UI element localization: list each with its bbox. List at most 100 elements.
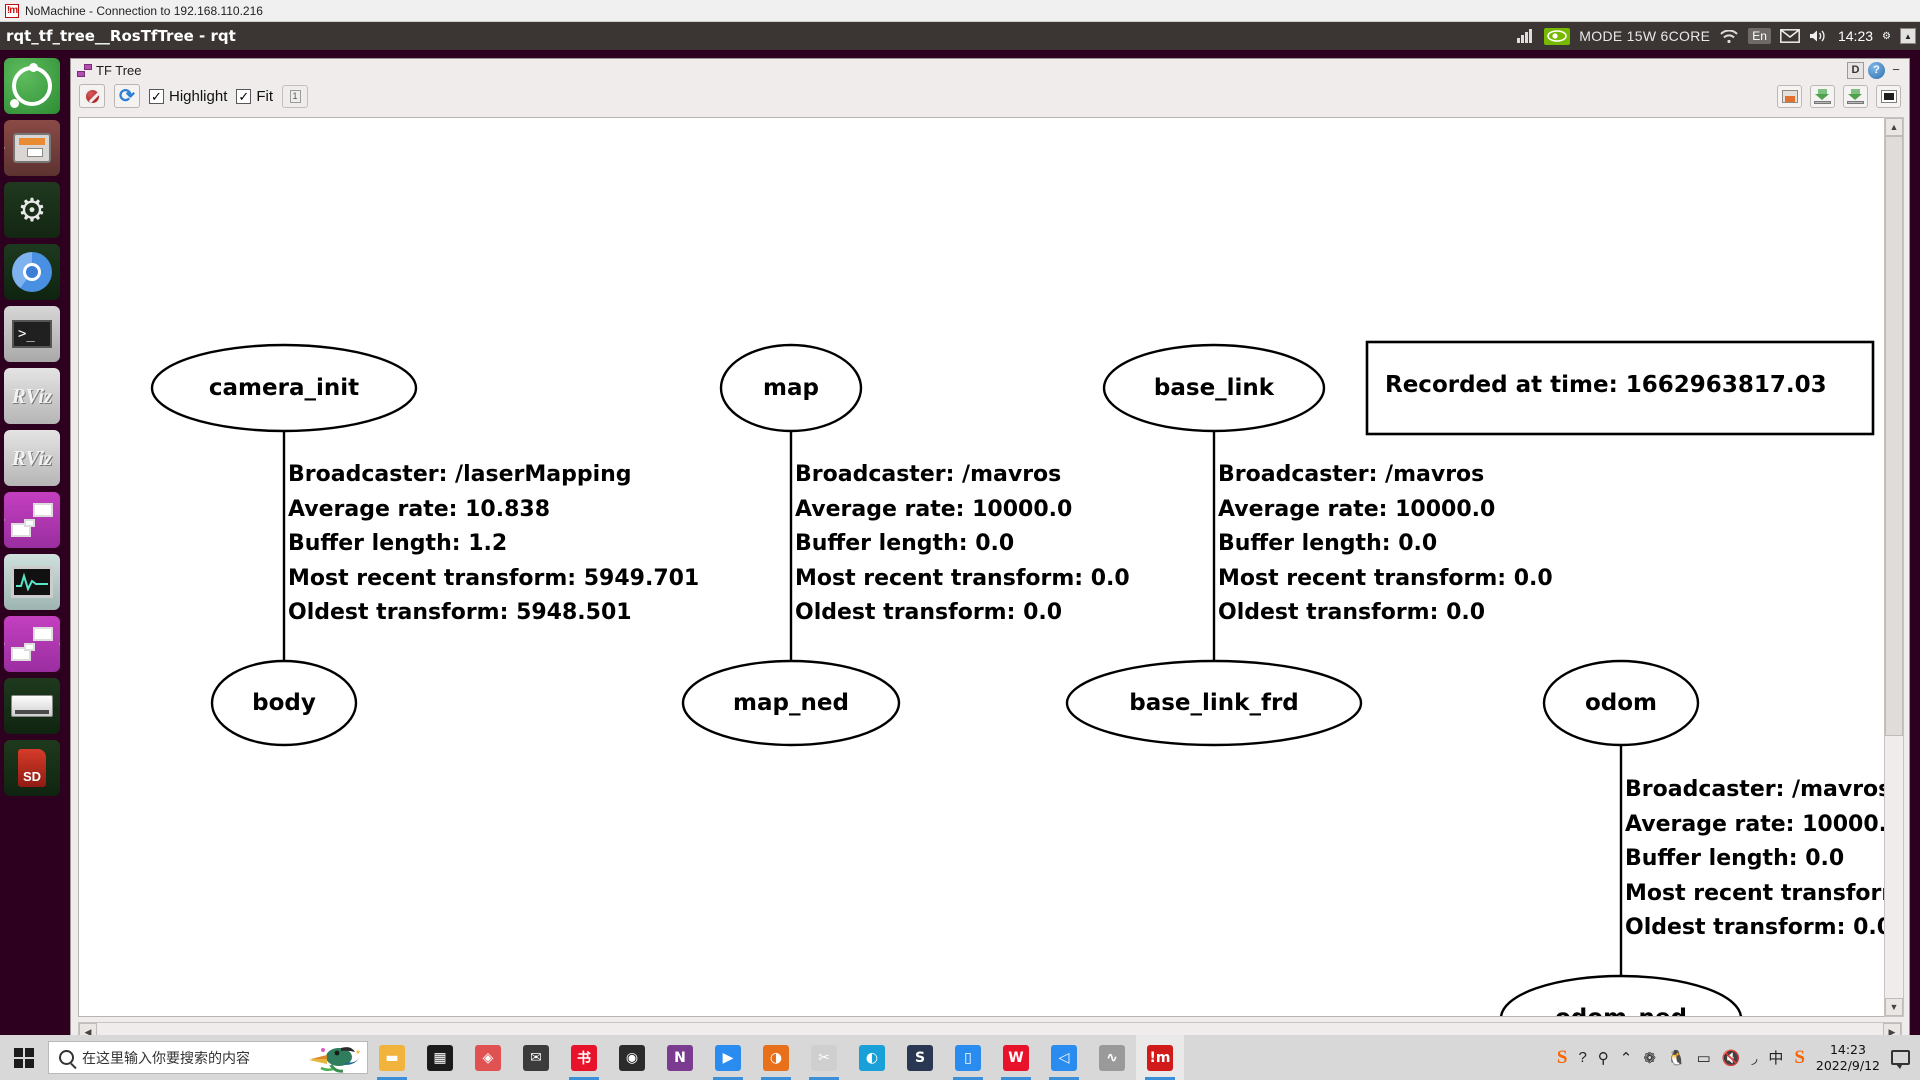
tf-edge-label-line: Most recent transform: 0.0 <box>795 565 1130 591</box>
rqt-toolbar-right <box>1777 84 1901 108</box>
taskbar-app-firefox[interactable]: ◑ <box>752 1035 800 1080</box>
tray-qq-icon[interactable]: 🐧 <box>1667 1049 1686 1067</box>
nomachine-icon: !m <box>1147 1044 1173 1071</box>
launcher-item-chromium[interactable] <box>4 244 60 300</box>
caret-icon[interactable]: ⚙ <box>1882 31 1891 42</box>
tray-help-alert-icon[interactable]: ? <box>1578 1049 1586 1066</box>
highlight-checkbox[interactable]: ✓ Highlight <box>149 88 227 105</box>
taskbar-app-microsoft-edge[interactable]: ◐ <box>848 1035 896 1080</box>
taskbar-app-nomachine[interactable]: !m <box>1136 1035 1184 1080</box>
tf-edge-label: Broadcaster: /laserMapping Average rate: … <box>288 458 699 631</box>
taskbar-app-matlab[interactable]: ∿ <box>1088 1035 1136 1080</box>
running-pip <box>4 578 5 586</box>
taskbar-app-wps-office[interactable]: W <box>992 1035 1040 1080</box>
running-pip <box>4 144 5 152</box>
download-dot-icon <box>1814 88 1831 104</box>
launcher-item-sd-card[interactable]: SD <box>4 740 60 796</box>
launcher-item-ubuntu-dash[interactable] <box>4 58 60 114</box>
tray-cloud-sync-icon[interactable]: ❁ <box>1643 1049 1656 1067</box>
launcher-item-rqt-2[interactable] <box>4 616 60 672</box>
launcher-item-rviz-2[interactable]: RViz <box>4 430 60 486</box>
tf-edge-label-line: Average rate: 10000.0 <box>795 496 1073 522</box>
tf-node-label: map_ned <box>733 690 849 716</box>
action-center-icon[interactable] <box>1891 1050 1910 1069</box>
power-mode-label[interactable]: MODE 15W 6CORE <box>1579 28 1710 44</box>
save-svg-button[interactable] <box>1843 84 1868 108</box>
taskbar-app-microsoft-store[interactable]: ▦ <box>416 1035 464 1080</box>
scroll-down-arrow[interactable]: ▼ <box>1885 998 1903 1016</box>
taskbar-app-amd-radeon[interactable]: ◈ <box>464 1035 512 1080</box>
fit-checkbox[interactable]: ✓ Fit <box>236 88 273 105</box>
launcher-item-files[interactable] <box>4 120 60 176</box>
taskbar-app-list: ▬ ▦ ◈ ✉ 书 ◉ N ▶ ◑ ✂ ◐ S ▯ W ◁ ∿ !m <box>368 1035 1184 1080</box>
wifi-icon[interactable] <box>1719 27 1739 45</box>
launcher-item-system-monitor[interactable] <box>4 554 60 610</box>
search-icon <box>59 1050 74 1065</box>
taskbar-app-video-call[interactable]: ▶ <box>704 1035 752 1080</box>
launcher-item-terminal[interactable]: >_ <box>4 306 60 362</box>
taskbar-app-sublime-text[interactable]: S <box>896 1035 944 1080</box>
taskbar-clock[interactable]: 14:23 2022/9/12 <box>1816 1042 1880 1074</box>
tray-people-icon[interactable]: ⚲ <box>1598 1049 1609 1067</box>
panel-up-button[interactable]: ▲ <box>1900 28 1916 44</box>
ubuntu-clock[interactable]: 14:23 <box>1838 28 1873 44</box>
dock-button[interactable]: D <box>1847 61 1864 79</box>
volume-icon[interactable] <box>1809 27 1829 45</box>
taskbar-app-mail[interactable]: ✉ <box>512 1035 560 1080</box>
start-button[interactable] <box>0 1035 48 1080</box>
signal-bars-icon[interactable] <box>1515 27 1535 45</box>
tray-show-hidden-icons-icon[interactable]: ⌃ <box>1620 1049 1633 1067</box>
tf-tree-canvas[interactable]: Broadcaster: /laserMapping Average rate: … <box>78 117 1902 1017</box>
files-icon <box>13 133 51 163</box>
taskbar-app-file-explorer[interactable]: ▬ <box>368 1035 416 1080</box>
keyboard-layout-indicator[interactable]: En <box>1748 28 1771 44</box>
screen: !m NoMachine - Connection to 192.168.110… <box>0 0 1920 1080</box>
rviz-icon: RViz <box>11 383 53 408</box>
tray-sogou-input-icon[interactable]: S <box>1557 1047 1568 1069</box>
tray-volume-muted-icon[interactable]: 🔇 <box>1722 1049 1741 1067</box>
save-as-image-button[interactable] <box>1777 84 1802 108</box>
system-monitor-icon <box>11 566 53 598</box>
fit-view-button[interactable] <box>1876 84 1901 108</box>
fit-label: Fit <box>256 87 274 105</box>
scroll-up-arrow[interactable]: ▲ <box>1885 118 1903 136</box>
windows-taskbar: 在这里输入你要搜索的内容 ▬▦◈✉书◉N▶◑✂◐S▯W◁∿!m S?⚲⌃❁� <box>0 1035 1920 1080</box>
launcher-item-disk[interactable] <box>4 678 60 734</box>
canvas-vertical-scrollbar[interactable]: ▲ ▼ <box>1884 117 1904 1017</box>
tray-network-icon[interactable]: ◞ <box>1752 1049 1758 1067</box>
refresh-icon: ⟳ <box>119 85 135 107</box>
taskbar-app-xiaohongshu[interactable]: 书 <box>560 1035 608 1080</box>
stop-refresh-button[interactable] <box>79 84 105 108</box>
launcher-item-rviz-1[interactable]: RViz <box>4 368 60 424</box>
tf-node-label: base_link <box>1153 375 1275 401</box>
mail-icon: ✉ <box>523 1044 549 1071</box>
tray-battery-icon[interactable]: ▭ <box>1697 1049 1711 1067</box>
nvidia-icon[interactable] <box>1544 27 1571 45</box>
taskbar-app-visual-studio-code[interactable]: ◁ <box>1040 1035 1088 1080</box>
help-button[interactable]: ? <box>1868 61 1885 79</box>
taskbar-app-phone-link[interactable]: ▯ <box>944 1035 992 1080</box>
clock-time: 14:23 <box>1829 1041 1866 1057</box>
taskbar-app-snipaste[interactable]: ✂ <box>800 1035 848 1080</box>
taskbar-app-onenote[interactable]: N <box>656 1035 704 1080</box>
terminal-icon: >_ <box>12 320 52 348</box>
running-pip <box>4 454 5 462</box>
tf-edge-label-line: Broadcaster: /mavros <box>1625 777 1892 802</box>
tf-edge-label-line: Broadcaster: /laserMapping <box>288 462 632 487</box>
taskbar-search-box[interactable]: 在这里输入你要搜索的内容 <box>48 1041 368 1074</box>
launcher-item-rqt-1[interactable] <box>4 492 60 548</box>
launcher-item-system-settings[interactable]: ⚙ <box>4 182 60 238</box>
visual-studio-code-icon: ◁ <box>1051 1044 1077 1071</box>
mail-icon[interactable] <box>1780 27 1800 45</box>
zoom-level-button[interactable]: 1 <box>282 84 309 108</box>
tf-edge-label: Broadcaster: /mavros Average rate: 10000.… <box>1625 773 1901 946</box>
taskbar-app-camera[interactable]: ◉ <box>608 1035 656 1080</box>
sublime-text-icon: S <box>907 1044 933 1071</box>
save-dot-button[interactable] <box>1810 84 1835 108</box>
refresh-button[interactable]: ⟳ <box>114 84 140 108</box>
minimize-button[interactable]: − <box>1889 63 1903 76</box>
vscroll-thumb[interactable] <box>1885 136 1903 736</box>
tab-tf-tree[interactable]: TF Tree <box>77 63 142 78</box>
tray-ime-chinese-icon[interactable]: 中 <box>1768 1047 1783 1068</box>
tray-sogou-pinyin-icon[interactable]: S <box>1794 1047 1805 1069</box>
